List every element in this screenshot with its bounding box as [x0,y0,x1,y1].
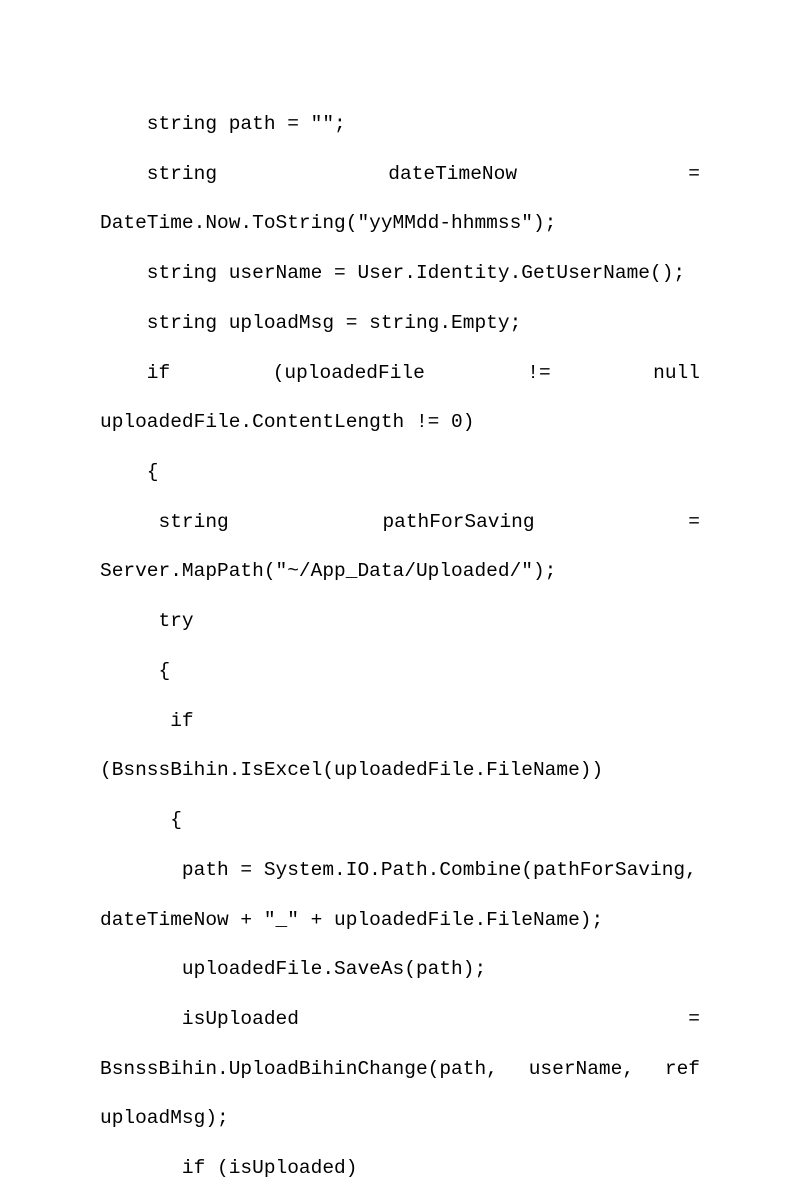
code-line: DateTime.Now.ToString("yyMMdd-hhmmss"); [100,199,700,249]
code-block: string path = ""; string dateTimeNow = D… [100,100,700,1194]
code-line: if [100,697,700,747]
code-line: try [100,597,700,647]
code-line: dateTimeNow + "_" + uploadedFile.FileNam… [100,896,700,946]
code-text: ref [665,1045,700,1095]
code-line: string uploadMsg = string.Empty; [100,299,700,349]
code-line: { [100,796,700,846]
code-text: userName, [529,1045,634,1095]
code-line: uploadedFile.SaveAs(path); [100,945,700,995]
code-line: string pathForSaving = [100,498,700,548]
code-line: uploadedFile.ContentLength != 0) [100,398,700,448]
code-line: { [100,448,700,498]
code-line: isUploaded = [100,995,700,1045]
code-line: if (isUploaded) [100,1144,700,1194]
code-text: string [100,498,229,548]
code-text: = [688,498,700,548]
code-line: Server.MapPath("~/App_Data/Uploaded/"); [100,547,700,597]
code-text: isUploaded [100,995,299,1045]
code-line: string dateTimeNow = [100,150,700,200]
code-line: { [100,647,700,697]
code-line: path = System.IO.Path.Combine(pathForSav… [100,846,700,896]
code-text: if [100,349,170,399]
code-line: (BsnssBihin.IsExcel(uploadedFile.FileNam… [100,746,700,796]
code-line: if (uploadedFile != null [100,349,700,399]
code-line: string path = ""; [100,100,700,150]
code-text: BsnssBihin.UploadBihinChange(path, [100,1045,498,1095]
code-text: pathForSaving [382,498,534,548]
code-text: = [688,150,700,200]
code-text: dateTimeNow [388,150,517,200]
code-text: != [527,349,550,399]
code-line: uploadMsg); [100,1094,700,1144]
code-line: string userName = User.Identity.GetUserN… [100,249,700,299]
code-text: null [653,349,700,399]
code-line: BsnssBihin.UploadBihinChange(path, userN… [100,1045,700,1095]
code-text: string [100,150,217,200]
code-text: = [688,995,700,1045]
code-text: (uploadedFile [273,349,425,399]
